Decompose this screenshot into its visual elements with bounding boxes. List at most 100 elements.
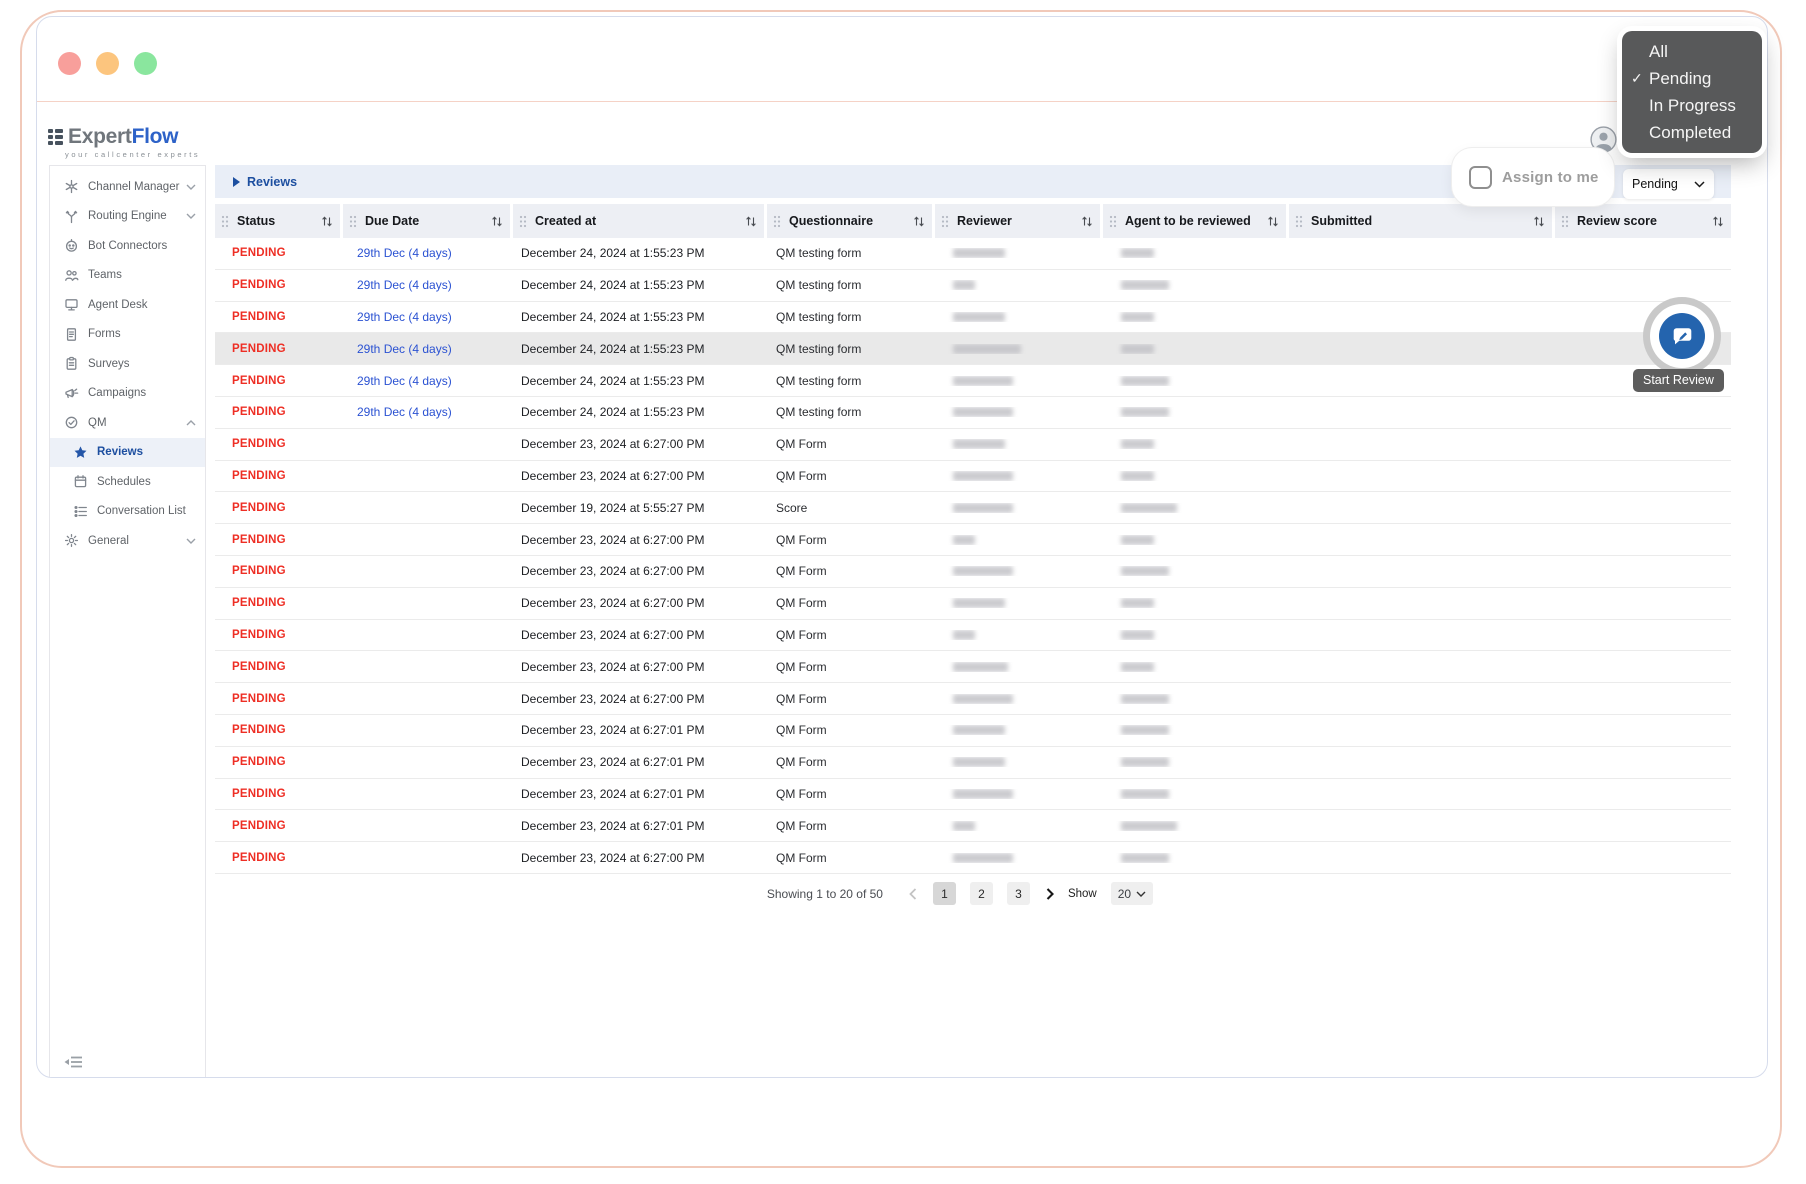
table-row[interactable]: PENDING 29th Dec (4 days) December 24, 202… xyxy=(215,269,1731,302)
drag-handle-icon[interactable] xyxy=(349,215,357,228)
cell-created-at: December 24, 2024 at 1:55:23 PM xyxy=(521,373,705,388)
status-menu-item-in-progress[interactable]: In Progress xyxy=(1622,92,1762,119)
cell-created-at: December 24, 2024 at 1:55:23 PM xyxy=(521,246,705,261)
cell-status: PENDING xyxy=(232,247,286,260)
redacted-reviewer-name xyxy=(953,502,1013,513)
table-row[interactable]: PENDING December 23, 2024 at 6:27:01 PM QM… xyxy=(215,714,1731,747)
maximize-window-button[interactable] xyxy=(134,51,157,75)
drag-handle-icon[interactable] xyxy=(519,215,527,228)
cell-status: PENDING xyxy=(232,310,286,323)
forms-icon xyxy=(64,326,80,342)
status-menu-item-pending[interactable]: ✓ Pending xyxy=(1622,65,1762,92)
table-row[interactable]: PENDING December 23, 2024 at 6:27:00 PM QM… xyxy=(215,524,1731,556)
sidebar-item-qm[interactable]: QM xyxy=(50,408,205,438)
sort-icon[interactable] xyxy=(491,215,503,228)
next-page-icon[interactable] xyxy=(1044,886,1056,902)
table-row[interactable]: PENDING December 19, 2024 at 5:55:27 PM Sc… xyxy=(215,492,1731,525)
sort-icon[interactable] xyxy=(1267,215,1279,228)
column-header-submitted[interactable]: Submitted xyxy=(1289,204,1555,238)
table-row[interactable]: PENDING December 23, 2024 at 6:27:00 PM QM… xyxy=(215,651,1731,684)
sidebar-item-bot-connectors[interactable]: Bot Connectors xyxy=(50,231,205,261)
sort-icon[interactable] xyxy=(913,215,925,228)
sidebar-item-label: Routing Engine xyxy=(88,210,167,223)
page-size-select[interactable]: 20 xyxy=(1110,882,1154,906)
status-filter-select[interactable]: Pending xyxy=(1623,169,1714,199)
column-header-agent-to-be-reviewed[interactable]: Agent to be reviewed xyxy=(1103,204,1289,238)
status-menu-item-completed[interactable]: Completed xyxy=(1622,119,1762,146)
drag-handle-icon[interactable] xyxy=(773,215,781,228)
close-window-button[interactable] xyxy=(58,51,81,75)
page-button-2[interactable]: 2 xyxy=(969,882,993,906)
drag-handle-icon[interactable] xyxy=(221,215,229,228)
drag-handle-icon[interactable] xyxy=(1561,215,1569,228)
sidebar-item-routing-engine[interactable]: Routing Engine xyxy=(50,202,205,232)
assign-to-me-toggle[interactable]: Assign to me xyxy=(1452,148,1614,206)
sidebar-item-forms[interactable]: Forms xyxy=(50,320,205,350)
table-row[interactable]: PENDING 29th Dec (4 days) December 24, 202… xyxy=(215,365,1731,397)
sidebar-item-schedules[interactable]: Schedules xyxy=(50,467,205,497)
sort-icon[interactable] xyxy=(1712,215,1724,228)
table-row[interactable]: PENDING December 23, 2024 at 6:27:01 PM QM… xyxy=(215,810,1731,843)
drag-handle-icon[interactable] xyxy=(941,215,949,228)
chevron-down-icon xyxy=(186,213,196,220)
sidebar-item-general[interactable]: General xyxy=(50,526,205,556)
table-row[interactable]: PENDING December 23, 2024 at 6:27:01 PM QM… xyxy=(215,778,1731,811)
cell-agent xyxy=(1103,757,1289,768)
table-row[interactable]: PENDING 29th Dec (4 days) December 24, 202… xyxy=(215,333,1731,366)
table-row[interactable]: PENDING 29th Dec (4 days) December 24, 202… xyxy=(215,238,1731,270)
cell-created-at: December 23, 2024 at 6:27:01 PM xyxy=(521,755,705,770)
cell-status: PENDING xyxy=(232,756,286,769)
cell-created-at: December 23, 2024 at 6:27:00 PM xyxy=(521,468,705,483)
column-header-created-at[interactable]: Created at xyxy=(513,204,767,238)
table-row[interactable]: PENDING December 23, 2024 at 6:27:00 PM QM… xyxy=(215,842,1731,874)
page-button-3[interactable]: 3 xyxy=(1006,882,1030,906)
column-header-due-date[interactable]: Due Date xyxy=(343,204,513,238)
collapse-sidebar-icon[interactable] xyxy=(64,1055,84,1069)
drag-handle-icon[interactable] xyxy=(1295,215,1303,228)
sidebar-item-conversation-list[interactable]: Conversation List xyxy=(50,497,205,527)
sort-icon[interactable] xyxy=(321,215,333,228)
cell-agent xyxy=(1103,343,1289,354)
previous-page-icon[interactable] xyxy=(907,886,919,902)
column-header-status[interactable]: Status xyxy=(215,204,343,238)
sidebar-item-teams[interactable]: Teams xyxy=(50,261,205,291)
start-review-button[interactable] xyxy=(1659,313,1705,359)
sort-icon[interactable] xyxy=(1081,215,1093,228)
cell-reviewer xyxy=(935,725,1103,736)
table-row[interactable]: PENDING 29th Dec (4 days) December 24, 202… xyxy=(215,396,1731,429)
breadcrumb[interactable]: Reviews xyxy=(233,175,297,189)
page-button-1[interactable]: 1 xyxy=(932,882,956,906)
status-menu-item-all[interactable]: All xyxy=(1622,38,1762,65)
sort-icon[interactable] xyxy=(1533,215,1545,228)
drag-handle-icon[interactable] xyxy=(1109,215,1117,228)
cell-status: PENDING xyxy=(232,501,286,514)
table-row[interactable]: PENDING December 23, 2024 at 6:27:00 PM QM… xyxy=(215,683,1731,715)
sidebar-item-reviews[interactable]: Reviews xyxy=(50,437,205,467)
cell-questionnaire: QM testing form xyxy=(776,309,862,324)
column-header-questionnaire[interactable]: Questionnaire xyxy=(767,204,935,238)
table-row[interactable]: PENDING December 23, 2024 at 6:27:01 PM QM… xyxy=(215,746,1731,779)
table-row[interactable]: PENDING December 23, 2024 at 6:27:00 PM QM… xyxy=(215,460,1731,493)
cell-created-at: December 24, 2024 at 1:55:23 PM xyxy=(521,278,705,293)
table-row[interactable]: PENDING December 23, 2024 at 6:27:00 PM QM… xyxy=(215,428,1731,461)
column-header-reviewer[interactable]: Reviewer xyxy=(935,204,1103,238)
table-row[interactable]: PENDING December 23, 2024 at 6:27:00 PM QM… xyxy=(215,619,1731,652)
sidebar-item-channel-manager[interactable]: Channel Manager xyxy=(50,172,205,202)
table-row[interactable]: PENDING 29th Dec (4 days) December 24, 202… xyxy=(215,301,1731,334)
cell-created-at: December 23, 2024 at 6:27:00 PM xyxy=(521,564,705,579)
table-row[interactable]: PENDING December 23, 2024 at 6:27:00 PM QM… xyxy=(215,555,1731,588)
cell-questionnaire: QM Form xyxy=(776,723,827,738)
cell-questionnaire: QM testing form xyxy=(776,373,862,388)
cell-due-date: 29th Dec (4 days) xyxy=(357,373,452,388)
sidebar-item-agent-desk[interactable]: Agent Desk xyxy=(50,290,205,320)
column-header-review-score[interactable]: Review score xyxy=(1555,204,1731,238)
pagination-bar: Showing 1 to 20 of 50 123 Show 20 xyxy=(215,880,1705,908)
minimize-window-button[interactable] xyxy=(96,51,119,75)
teams-icon xyxy=(64,267,80,283)
sidebar-item-campaigns[interactable]: Campaigns xyxy=(50,379,205,409)
table-row[interactable]: PENDING December 23, 2024 at 6:27:00 PM QM… xyxy=(215,587,1731,620)
schedules-icon xyxy=(73,474,89,490)
sidebar-item-surveys[interactable]: Surveys xyxy=(50,349,205,379)
sort-icon[interactable] xyxy=(745,215,757,228)
assign-to-me-checkbox[interactable] xyxy=(1469,165,1492,189)
